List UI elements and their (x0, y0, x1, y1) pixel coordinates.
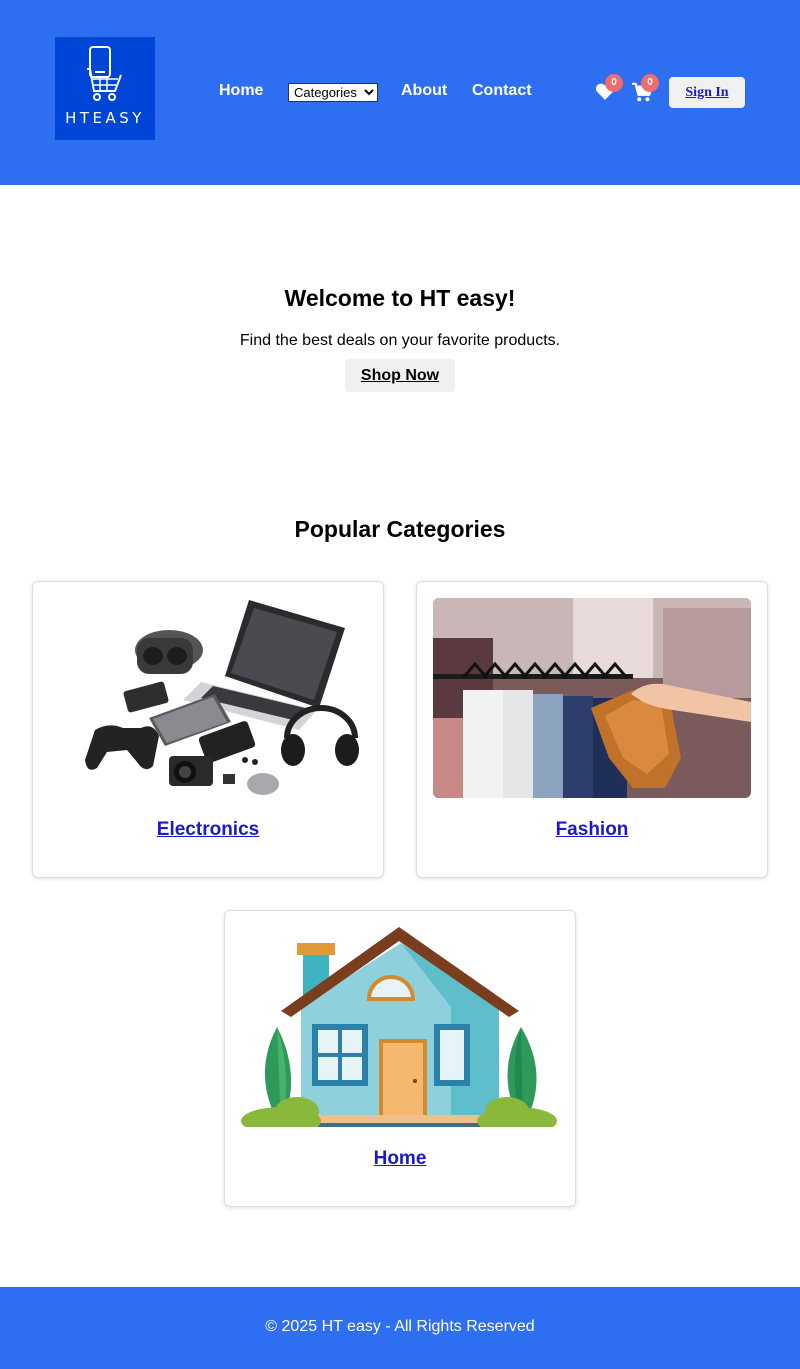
fashion-image (433, 598, 751, 798)
category-card-home[interactable]: Home (224, 910, 576, 1207)
cart-logo-icon (87, 46, 122, 101)
cart-button[interactable]: 0 (631, 74, 659, 107)
category-card-electronics[interactable]: Electronics (32, 581, 384, 878)
category-link-fashion[interactable]: Fashion (417, 819, 767, 841)
categories-title: Popular Categories (294, 516, 506, 542)
brand-logo[interactable]: HTEASY (55, 37, 155, 140)
footer-copyright: © 2025 HT easy - All Rights Reserved (265, 1318, 535, 1335)
category-link-home[interactable]: Home (225, 1148, 575, 1170)
cart-count-badge: 0 (641, 74, 659, 92)
wishlist-count-badge: 0 (605, 74, 623, 92)
site-footer: © 2025 HT easy - All Rights Reserved (0, 1287, 800, 1369)
logo-text: HTEASY (65, 109, 145, 127)
site-header: HTEASY Home Categories About Contact 0 0… (0, 0, 800, 185)
home-image (241, 927, 559, 1127)
nav-home-link[interactable]: Home (219, 82, 263, 100)
electronics-image (49, 598, 367, 798)
categories-dropdown[interactable]: Categories (288, 83, 378, 102)
hero-title: Welcome to HT easy! (284, 285, 516, 311)
wishlist-button[interactable]: 0 (595, 74, 623, 106)
shop-now-button[interactable]: Shop Now (345, 359, 455, 392)
nav-contact-link[interactable]: Contact (472, 82, 532, 100)
hero-subtitle: Find the best deals on your favorite pro… (239, 332, 561, 349)
category-link-electronics[interactable]: Electronics (33, 819, 383, 841)
nav-about-link[interactable]: About (401, 82, 447, 100)
category-card-fashion[interactable]: Fashion (416, 581, 768, 878)
sign-in-button[interactable]: Sign In (669, 77, 745, 108)
